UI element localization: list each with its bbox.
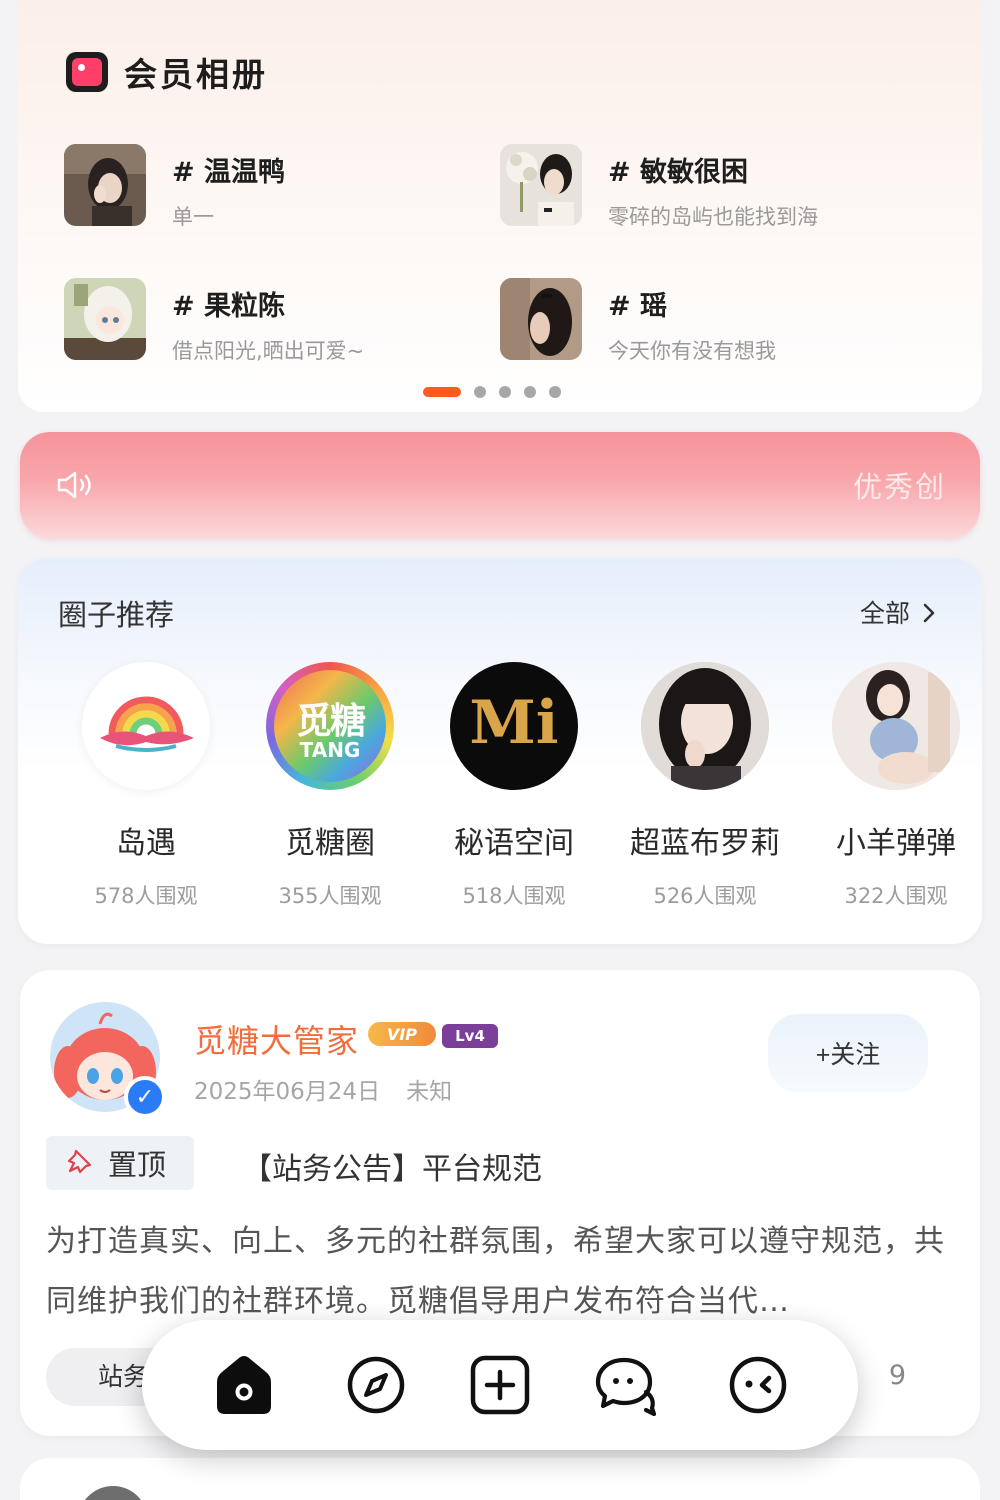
album-item-name: # 瑶	[608, 291, 668, 322]
circle-avatar: 觅糖 TANG	[266, 662, 394, 790]
album-item-desc: 零碎的岛屿也能找到海	[608, 205, 818, 229]
circle-item[interactable]: 小羊弹弹 322人围观	[811, 662, 981, 910]
home-icon[interactable]	[212, 1353, 276, 1417]
page-dot-active[interactable]	[423, 387, 461, 397]
speaker-icon	[56, 470, 96, 504]
compass-icon[interactable]	[344, 1353, 408, 1417]
circle-views: 526人围观	[653, 884, 757, 908]
circle-name: 秘语空间	[454, 826, 574, 861]
circle-name: 岛遇	[116, 826, 176, 861]
album-header: 会员相册	[66, 48, 268, 96]
chevron-right-icon	[922, 601, 936, 630]
circle-item[interactable]: 觅糖 TANG 觅糖圈 355人围观	[245, 662, 415, 910]
album-item[interactable]: # 敏敏很困 零碎的岛屿也能找到海	[500, 144, 818, 231]
message-icon[interactable]	[594, 1353, 658, 1417]
section-title: 圈子推荐	[58, 598, 175, 632]
album-thumbnail	[500, 278, 582, 360]
post-title[interactable]: 【站务公告】平台规范	[242, 1144, 542, 1188]
album-item-name: # 温温鸭	[172, 157, 286, 188]
profile-icon[interactable]	[726, 1353, 790, 1417]
circle-name: 小羊弹弹	[836, 826, 956, 861]
member-album-card: 会员相册 # 温温鸭 单一 # 敏敏很困 零碎的岛屿也能找到海 # 果粒陈 借点…	[18, 0, 982, 412]
album-item[interactable]: # 温温鸭 单一	[64, 144, 285, 231]
circle-avatar	[832, 662, 960, 790]
circle-name: 觅糖圈	[285, 826, 375, 861]
album-item-desc: 借点阳光,晒出可爱~	[172, 339, 365, 363]
album-item-desc: 单一	[172, 205, 214, 229]
author-avatar[interactable]	[78, 1486, 148, 1500]
announcement-bar[interactable]: 优秀创	[20, 432, 980, 538]
circle-name: 超蓝布罗莉	[630, 826, 780, 861]
announcement-text: 优秀创	[852, 470, 946, 504]
circle-item[interactable]: 岛遇 578人围观	[61, 662, 231, 910]
author-name[interactable]: 觅糖大管家	[194, 1016, 359, 1062]
album-item-name: # 果粒陈	[172, 291, 286, 322]
view-all-label: 全部	[860, 599, 911, 628]
post-body[interactable]: 为打造真实、向上、多元的社群氛围，希望大家可以遵守规范，共同维护我们的社群环境。…	[46, 1212, 956, 1332]
album-thumbnail	[64, 278, 146, 360]
circle-views: 355人围观	[278, 884, 382, 908]
album-title: 会员相册	[124, 55, 268, 94]
album-item-desc: 今天你有没有想我	[608, 339, 776, 363]
circle-views: 518人围观	[462, 884, 566, 908]
add-icon[interactable]	[468, 1353, 532, 1417]
album-item[interactable]: # 瑶 今天你有没有想我	[500, 278, 776, 365]
photo-album-icon	[66, 52, 108, 92]
circle-recommend-card: 圈子推荐 全部 岛遇 578人围观 觅糖 TANG 觅糖圈 355人围观 Mi …	[18, 558, 982, 944]
circle-logo-text: 觅糖	[295, 701, 366, 742]
circle-avatar	[641, 662, 769, 790]
circle-item[interactable]: 超蓝布罗莉 526人围观	[620, 662, 790, 910]
album-item[interactable]: # 果粒陈 借点阳光,晒出可爱~	[64, 278, 364, 365]
verified-icon: ✓	[124, 1076, 166, 1118]
vip-badge: VIP	[368, 1022, 436, 1046]
level-badge: Lv4	[442, 1024, 498, 1048]
pinned-tag: 置顶	[46, 1136, 194, 1190]
post-location: 未知	[406, 1079, 453, 1105]
album-item-name: # 敏敏很困	[608, 157, 749, 188]
album-thumbnail	[500, 144, 582, 226]
next-post-card[interactable]	[20, 1458, 980, 1500]
circle-item[interactable]: Mi 秘语空间 518人围观	[429, 662, 599, 910]
pin-icon	[66, 1147, 94, 1179]
bottom-navigation	[142, 1320, 858, 1450]
pinned-label: 置顶	[108, 1148, 167, 1182]
view-all-link[interactable]: 全部	[860, 594, 936, 630]
page-dot[interactable]	[524, 386, 536, 398]
page-dot[interactable]	[474, 386, 486, 398]
carousel-pagination[interactable]	[423, 386, 561, 398]
page-dot[interactable]	[499, 386, 511, 398]
follow-button[interactable]: +关注	[768, 1014, 928, 1092]
album-thumbnail	[64, 144, 146, 226]
app-page: 会员相册 # 温温鸭 单一 # 敏敏很困 零碎的岛屿也能找到海 # 果粒陈 借点…	[0, 0, 1000, 1500]
page-dot[interactable]	[549, 386, 561, 398]
post-meta: 2025年06月24日 未知	[194, 1072, 452, 1106]
circle-avatar: Mi	[450, 662, 578, 790]
circle-logo-text: Mi	[469, 688, 559, 758]
circle-avatar	[82, 662, 210, 790]
circle-views: 322人围观	[844, 884, 948, 908]
comment-count: 9	[888, 1360, 906, 1391]
post-date: 2025年06月24日	[194, 1079, 381, 1105]
circle-views: 578人围观	[94, 884, 198, 908]
circle-logo-subtext: TANG	[299, 738, 361, 762]
